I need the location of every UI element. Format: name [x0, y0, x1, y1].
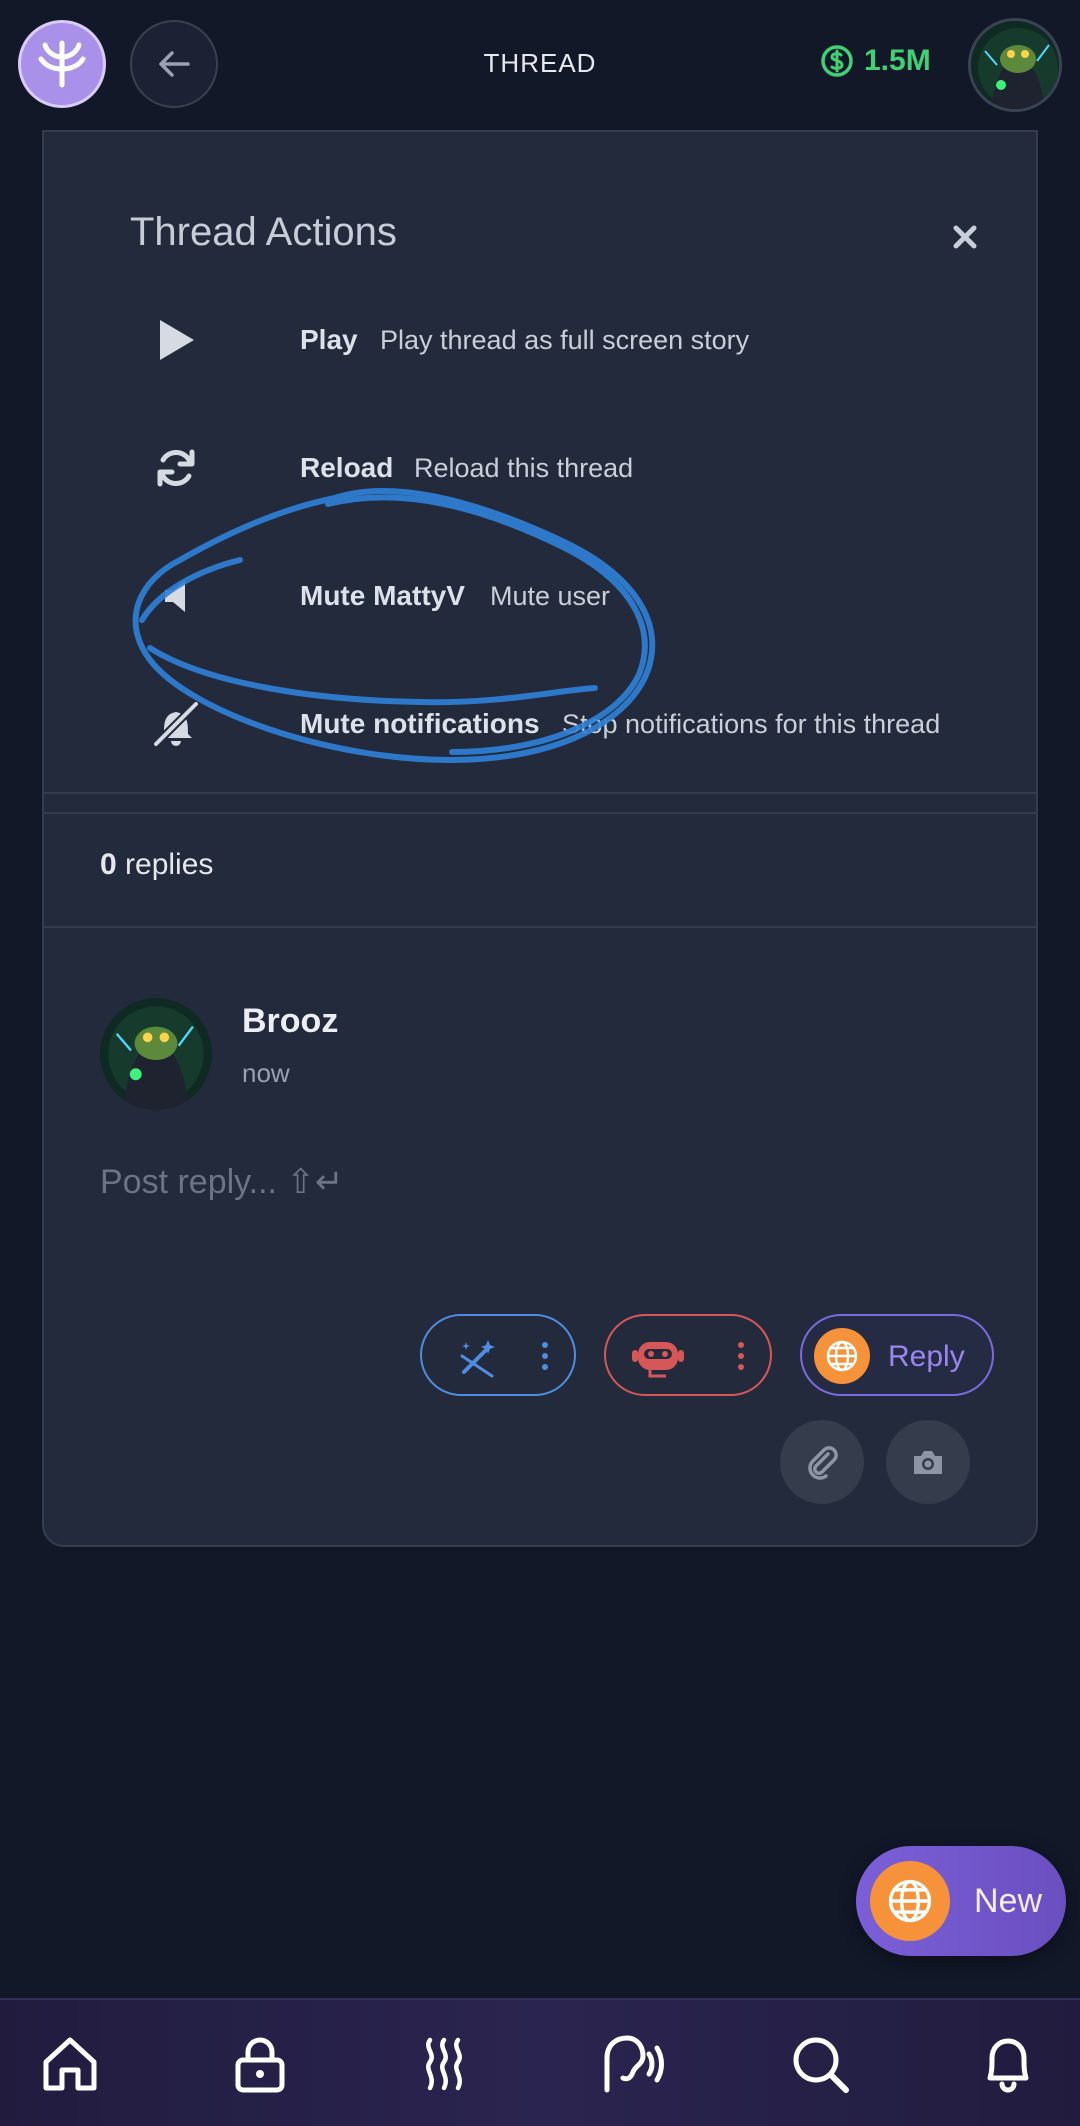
- camera-icon: [914, 1451, 942, 1474]
- action-mute-user-description: Mute user: [490, 580, 611, 611]
- nav-trending[interactable]: [402, 2022, 486, 2106]
- action-mute-user[interactable]: Mute MattyV Mute user: [140, 556, 1000, 636]
- ai-bot-button[interactable]: [604, 1314, 772, 1396]
- play-icon: [140, 304, 212, 376]
- reply-input[interactable]: [100, 1162, 980, 1282]
- voice-icon: [604, 2035, 664, 2093]
- reply-button[interactable]: Reply: [800, 1314, 994, 1396]
- heat-waves-icon: [426, 2037, 462, 2091]
- app-logo-button[interactable]: [18, 20, 106, 108]
- globe-icon: [870, 1861, 950, 1941]
- close-button[interactable]: [942, 214, 988, 260]
- thread-card: Thread Actions Play Play thread as full …: [42, 130, 1038, 1547]
- robot-icon: [632, 1342, 684, 1378]
- action-mute-notifications[interactable]: Mute notifications Stop notifications fo…: [140, 684, 1000, 764]
- attach-button[interactable]: [780, 1420, 864, 1504]
- new-post-button[interactable]: New: [856, 1846, 1066, 1956]
- reply-label: Reply: [888, 1340, 965, 1373]
- post-author-name[interactable]: Brooz: [242, 1002, 338, 1041]
- action-mute-user-label: Mute MattyV: [300, 580, 465, 611]
- globe-icon: [814, 1328, 870, 1384]
- divider: [44, 792, 1036, 794]
- post-timestamp: now: [242, 1058, 290, 1088]
- search-icon: [793, 2037, 849, 2093]
- frog-wizard-avatar-image: [971, 21, 1059, 109]
- post-author-avatar[interactable]: [100, 998, 212, 1110]
- paperclip-icon: [808, 1446, 838, 1480]
- nav-search[interactable]: [778, 2022, 862, 2106]
- arrow-left-icon: [159, 51, 190, 77]
- action-reload-description: Reload this thread: [414, 452, 634, 483]
- nav-voice[interactable]: [590, 2022, 674, 2106]
- action-play-label: Play: [300, 324, 358, 355]
- bell-icon: [987, 2038, 1029, 2093]
- user-avatar[interactable]: [968, 18, 1062, 112]
- app-logo-icon: [38, 40, 86, 88]
- more-options-icon[interactable]: [738, 1342, 744, 1370]
- dollar-coin-icon: [821, 45, 853, 77]
- action-play[interactable]: Play Play thread as full screen story: [140, 300, 1000, 380]
- more-options-icon[interactable]: [542, 1342, 548, 1370]
- balance-display[interactable]: 1.5M: [820, 44, 931, 78]
- bell-off-icon: [140, 688, 212, 760]
- reload-icon: [140, 432, 212, 504]
- magic-wand-icon: [460, 1340, 495, 1378]
- nav-lock[interactable]: [218, 2022, 302, 2106]
- action-mute-notifications-description: Stop notifications for this thread: [562, 708, 941, 739]
- nav-notifications[interactable]: [966, 2022, 1050, 2106]
- top-bar: THREAD 1.5M: [0, 0, 1080, 128]
- action-mute-notifications-label: Mute notifications: [300, 708, 540, 739]
- balance-amount: 1.5M: [864, 44, 931, 77]
- home-icon: [43, 2037, 97, 2091]
- action-reload-label: Reload: [300, 452, 394, 483]
- magic-assist-button[interactable]: [420, 1314, 576, 1396]
- page-title: THREAD: [483, 48, 597, 78]
- action-reload[interactable]: Reload Reload this thread: [140, 428, 1000, 508]
- replies-number: 0: [100, 848, 117, 881]
- speaker-icon: [140, 560, 212, 632]
- bottom-navigation: [0, 1998, 1080, 2126]
- divider: [44, 812, 1036, 814]
- lock-icon: [235, 2037, 285, 2093]
- divider: [44, 926, 1036, 928]
- close-icon: [953, 225, 977, 249]
- thread-actions-title: Thread Actions: [130, 210, 397, 254]
- action-play-description: Play thread as full screen story: [380, 324, 750, 355]
- replies-count: 0 replies: [100, 848, 213, 882]
- frog-wizard-avatar-image: [100, 998, 212, 1110]
- replies-label: replies: [125, 848, 214, 881]
- new-post-label: New: [974, 1882, 1043, 1920]
- camera-button[interactable]: [886, 1420, 970, 1504]
- back-button[interactable]: [130, 20, 218, 108]
- nav-home[interactable]: [28, 2022, 112, 2106]
